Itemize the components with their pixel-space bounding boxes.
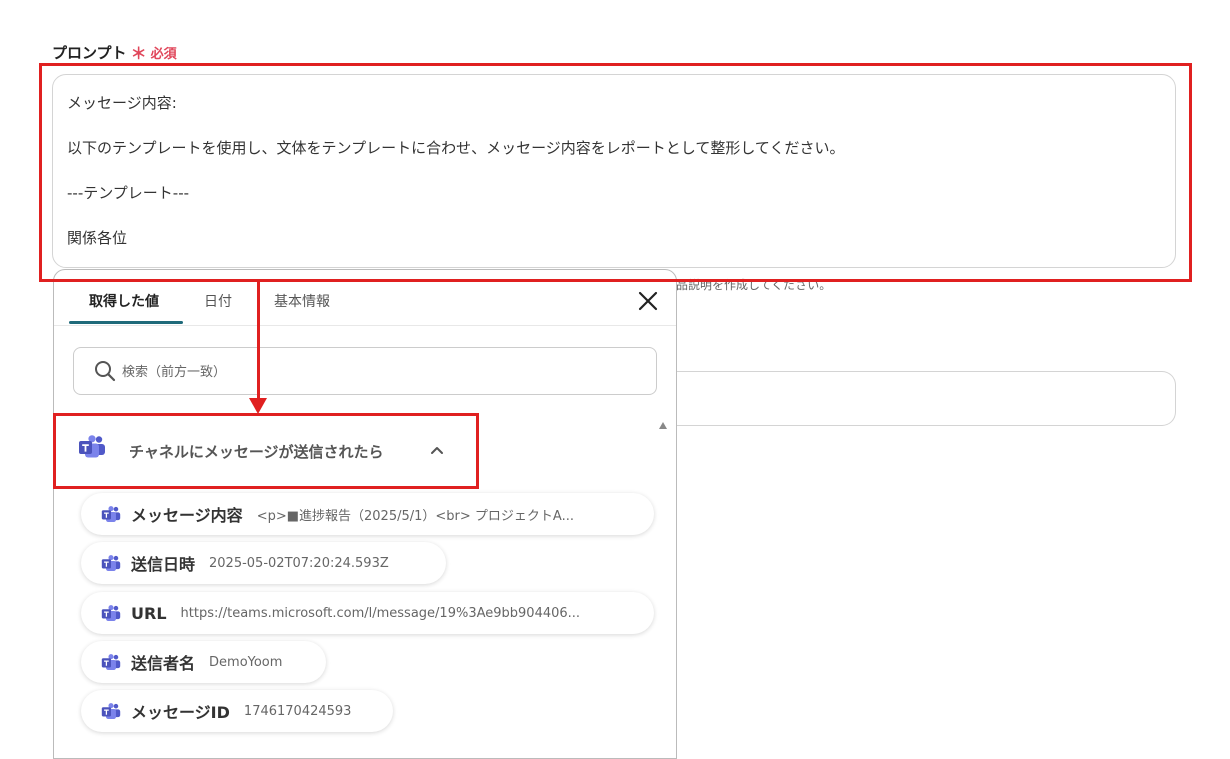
chip-name: URL xyxy=(131,603,167,623)
prompt-textarea[interactable]: メッセージ内容: 以下のテンプレートを使用し、文体をテンプレートに合わせ、メッセ… xyxy=(52,74,1176,268)
search-box xyxy=(73,347,657,395)
close-icon[interactable] xyxy=(636,289,660,313)
scrollbar-up-arrow[interactable] xyxy=(659,422,667,429)
required-asterisk: ＊ xyxy=(130,44,147,63)
teams-icon xyxy=(101,654,121,671)
chip-value: 1746170424593 xyxy=(243,703,352,719)
annotation-arrow-line xyxy=(257,279,260,401)
prompt-field-label-row: プロンプト ＊ 必須 xyxy=(52,40,177,64)
chip-name: 送信者名 xyxy=(131,654,196,673)
picker-tabs: 取得した値 日付 基本情報 xyxy=(54,270,676,326)
annotation-arrow-head xyxy=(249,398,267,414)
chip-value: https://teams.microsoft.com/l/message/19… xyxy=(180,605,581,621)
field-hint-text: 商品説明を作成してください。 xyxy=(664,278,832,292)
teams-icon xyxy=(101,703,121,720)
value-chip-message-id[interactable]: メッセージID 1746170424593 xyxy=(81,690,393,732)
trigger-group-label: チャネルにメッセージが送信されたら xyxy=(129,443,384,461)
value-chip-sent-datetime[interactable]: 送信日時 2025-05-02T07:20:24.593Z xyxy=(81,542,446,584)
chip-name: メッセージ内容 xyxy=(131,506,243,525)
variable-picker-popup: 取得した値 日付 基本情報 チャネルにメッセージが送信されたら メッセージ内容 … xyxy=(53,269,677,759)
required-badge: 必須 xyxy=(150,46,177,62)
value-chip-sender-name[interactable]: 送信者名 DemoYoom xyxy=(81,641,326,683)
prompt-line: ---テンプレート--- xyxy=(67,184,190,202)
trigger-group-header[interactable]: チャネルにメッセージが送信されたら xyxy=(54,415,474,475)
teams-icon xyxy=(101,555,121,572)
prompt-line: メッセージ内容: xyxy=(67,94,177,112)
teams-icon xyxy=(101,605,121,622)
value-chip-url[interactable]: URL https://teams.microsoft.com/l/messag… xyxy=(81,592,654,634)
chip-name: 送信日時 xyxy=(131,555,196,574)
active-tab-indicator xyxy=(69,321,183,324)
search-input[interactable] xyxy=(122,360,642,384)
tab-date[interactable]: 日付 xyxy=(204,291,232,311)
value-chip-message-content[interactable]: メッセージ内容 <p>■進捗報告（2025/5/1）<br> プロジェクトA..… xyxy=(81,493,654,535)
tab-retrieved-values[interactable]: 取得した値 xyxy=(89,291,159,311)
prompt-line: 関係各位 xyxy=(67,229,128,247)
chip-value: <p>■進捗報告（2025/5/1）<br> プロジェクトA... xyxy=(256,508,574,524)
teams-icon xyxy=(101,506,121,523)
chip-name: メッセージID xyxy=(131,703,230,722)
next-input-field[interactable] xyxy=(664,371,1176,426)
chip-value: DemoYoom xyxy=(209,654,283,670)
prompt-line: 以下のテンプレートを使用し、文体をテンプレートに合わせ、メッセージ内容をレポート… xyxy=(67,139,845,157)
chip-value: 2025-05-02T07:20:24.593Z xyxy=(209,555,389,571)
tab-basic-info[interactable]: 基本情報 xyxy=(274,291,330,311)
prompt-label: プロンプト xyxy=(52,43,127,62)
chevron-up-icon[interactable] xyxy=(430,445,444,455)
teams-icon xyxy=(78,435,106,459)
search-icon xyxy=(95,361,116,382)
